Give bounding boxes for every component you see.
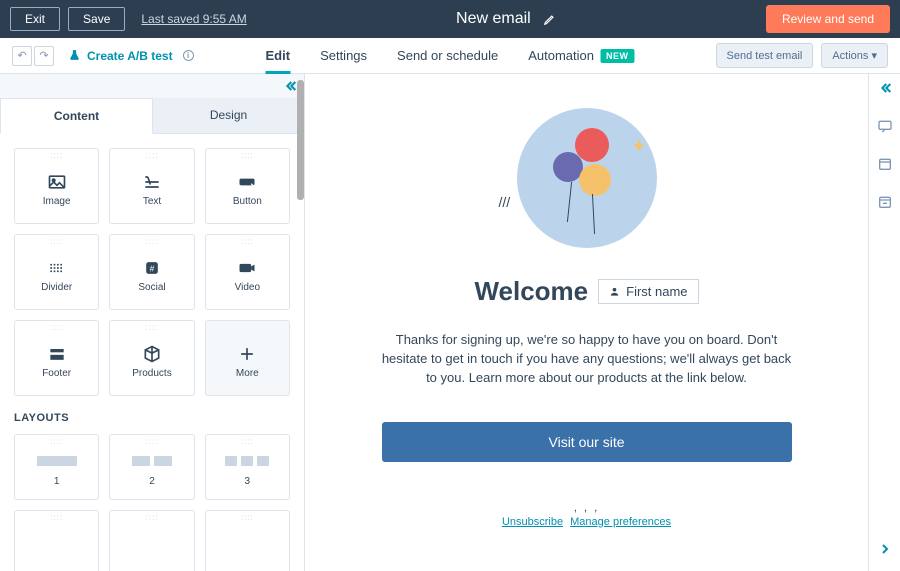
content-item-button[interactable]: ::::Button xyxy=(205,148,290,224)
content-item-products[interactable]: ::::Products xyxy=(109,320,194,396)
layout-item[interactable]: :::: xyxy=(109,510,194,571)
content-item-social[interactable]: ::::#Social xyxy=(109,234,194,310)
save-button[interactable]: Save xyxy=(68,7,125,31)
main-nav-tabs: Edit Settings Send or schedule Automatio… xyxy=(266,38,635,74)
collapse-right-icon[interactable] xyxy=(877,80,893,96)
email-footer[interactable]: , , , Unsubscribe Manage preferences xyxy=(335,502,838,528)
top-bar: Exit Save Last saved 9:55 AM New email R… xyxy=(0,0,900,38)
welcome-heading[interactable]: Welcome xyxy=(474,276,588,307)
divider-icon xyxy=(47,258,67,278)
tab-settings[interactable]: Settings xyxy=(320,38,367,74)
social-icon: # xyxy=(142,258,162,278)
send-test-email-button[interactable]: Send test email xyxy=(716,43,814,68)
image-icon xyxy=(47,172,67,192)
button-icon xyxy=(237,172,257,192)
tab-automation[interactable]: Automation NEW xyxy=(528,38,634,74)
create-ab-test-link[interactable]: Create A/B test i xyxy=(68,49,194,63)
new-badge: NEW xyxy=(600,49,635,63)
content-blocks-grid: ::::Image ::::Text ::::Button ::::Divide… xyxy=(14,148,290,396)
content-item-more[interactable]: More xyxy=(205,320,290,396)
content-item-divider[interactable]: ::::Divider xyxy=(14,234,99,310)
unsubscribe-link[interactable]: Unsubscribe xyxy=(502,516,563,528)
footer-icon xyxy=(47,344,67,364)
panel-tab-content[interactable]: Content xyxy=(0,98,153,134)
balloon-icon xyxy=(579,164,611,196)
ab-test-label: Create A/B test xyxy=(87,49,173,63)
layouts-grid: ::::1 ::::2 ::::3 xyxy=(14,434,290,500)
left-panel: Content Design ::::Image ::::Text ::::Bu… xyxy=(0,74,305,571)
products-icon xyxy=(142,344,162,364)
plus-icon xyxy=(237,344,257,364)
layout-3col[interactable]: ::::3 xyxy=(205,434,290,500)
tab-automation-label: Automation xyxy=(528,48,594,63)
flask-icon xyxy=(68,49,81,62)
redo-button[interactable]: ↷ xyxy=(34,46,54,66)
svg-text:#: # xyxy=(150,263,155,273)
footer-address: , , , xyxy=(335,502,838,514)
tab-send-or-schedule[interactable]: Send or schedule xyxy=(397,38,498,74)
layout-item[interactable]: :::: xyxy=(205,510,290,571)
actions-dropdown[interactable]: Actions ▾ xyxy=(821,43,888,68)
cta-button[interactable]: Visit our site xyxy=(382,422,792,462)
schedule-icon[interactable] xyxy=(877,194,893,210)
last-saved-link[interactable]: Last saved 9:55 AM xyxy=(141,12,246,26)
content-item-text[interactable]: ::::Text xyxy=(109,148,194,224)
motion-lines-icon: /// xyxy=(499,194,511,210)
panel-tab-design[interactable]: Design xyxy=(153,98,304,133)
content-item-image[interactable]: ::::Image xyxy=(14,148,99,224)
layouts-heading: LAYOUTS xyxy=(14,412,290,424)
comments-icon[interactable] xyxy=(877,118,893,134)
video-icon xyxy=(237,258,257,278)
undo-button[interactable]: ↶ xyxy=(12,46,32,66)
text-icon xyxy=(142,172,162,192)
panel-tabs: Content Design xyxy=(0,98,304,134)
right-rail xyxy=(868,74,900,571)
token-label: First name xyxy=(626,284,687,299)
person-icon xyxy=(609,286,620,297)
manage-preferences-link[interactable]: Manage preferences xyxy=(570,516,671,528)
layout-item[interactable]: :::: xyxy=(14,510,99,571)
expand-right-icon[interactable] xyxy=(877,541,893,557)
balloon-icon xyxy=(553,152,583,182)
layout-2col[interactable]: ::::2 xyxy=(109,434,194,500)
exit-button[interactable]: Exit xyxy=(10,7,60,31)
email-body-text[interactable]: Thanks for signing up, we're so happy to… xyxy=(377,331,797,388)
sparkle-icon: ✦ xyxy=(631,136,646,157)
sub-nav: ↶ ↷ Create A/B test i Edit Settings Send… xyxy=(0,38,900,74)
info-icon[interactable]: i xyxy=(183,50,194,61)
content-item-footer[interactable]: ::::Footer xyxy=(14,320,99,396)
content-item-video[interactable]: ::::Video xyxy=(205,234,290,310)
layouts-grid-2: :::: :::: :::: xyxy=(14,510,290,571)
layout-1col[interactable]: ::::1 xyxy=(14,434,99,500)
main-layout: Content Design ::::Image ::::Text ::::Bu… xyxy=(0,74,900,571)
collapse-left-icon[interactable] xyxy=(282,78,298,94)
panel-body: ::::Image ::::Text ::::Button ::::Divide… xyxy=(0,134,304,571)
email-title: New email xyxy=(456,10,531,28)
edit-title-icon[interactable] xyxy=(543,12,557,26)
email-canvas: ✦ /// Welcome First name Thanks for sign… xyxy=(305,74,868,571)
personalization-token[interactable]: First name xyxy=(598,279,698,304)
hero-illustration: ✦ /// xyxy=(517,108,657,248)
calendar-icon[interactable] xyxy=(877,156,893,172)
tab-edit[interactable]: Edit xyxy=(266,38,291,74)
panel-scrollbar[interactable] xyxy=(297,74,304,571)
review-and-send-button[interactable]: Review and send xyxy=(766,5,890,33)
